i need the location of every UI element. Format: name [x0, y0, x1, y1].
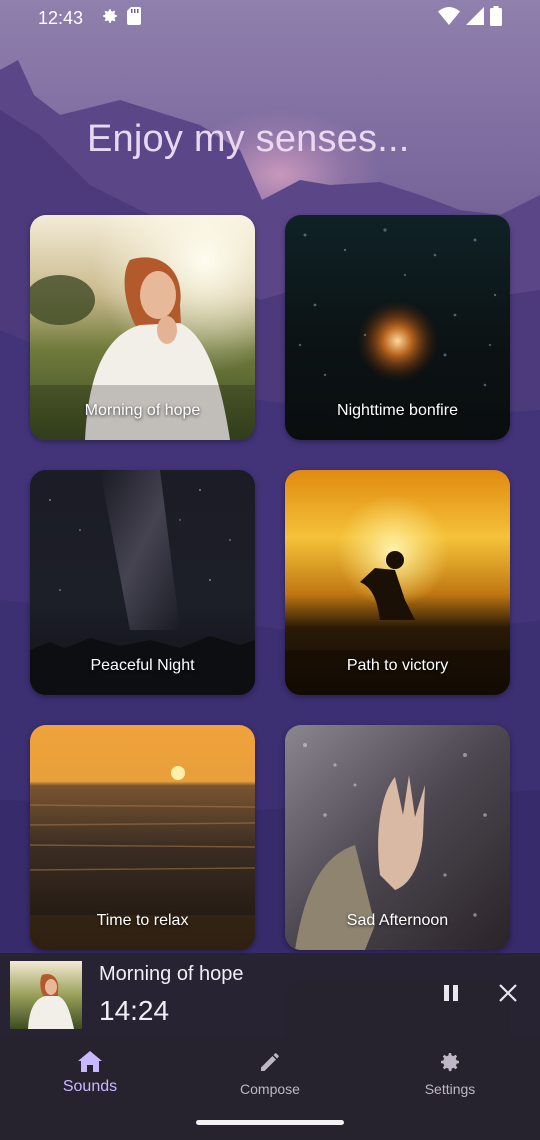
mini-player[interactable]: Morning of hope 14:24: [0, 953, 540, 1037]
player-time-remaining: 14:24: [99, 995, 170, 1026]
card-title: Time to relax: [96, 912, 189, 929]
sound-card-peaceful-night[interactable]: Peaceful Night: [30, 470, 255, 695]
player-thumbnail: [10, 961, 82, 1029]
wifi-icon: [438, 6, 460, 30]
sound-card-time-to-relax[interactable]: Time to relax: [30, 725, 255, 950]
card-title: Peaceful Night: [90, 657, 195, 674]
home-indicator[interactable]: [196, 1120, 344, 1125]
card-title: Sad Afternoon: [346, 912, 449, 929]
nav-label: Settings: [424, 1081, 476, 1097]
sound-card-nighttime-bonfire[interactable]: Nighttime bonfire: [285, 215, 510, 440]
gear-icon: [101, 7, 119, 30]
nav-item-compose[interactable]: Compose: [180, 1037, 360, 1117]
card-title: Morning of hope: [84, 402, 201, 419]
sound-card-morning-of-hope[interactable]: Morning of hope: [30, 215, 255, 440]
page-title: Enjoy my senses...: [87, 118, 410, 160]
home-icon: [60, 1047, 120, 1077]
sound-card-sad-afternoon[interactable]: Sad Afternoon: [285, 725, 510, 950]
status-time: 12:43: [38, 7, 84, 28]
nav-label: Compose: [240, 1081, 300, 1097]
battery-icon: [490, 5, 502, 31]
nav-label: Sounds: [62, 1078, 118, 1095]
gear-icon: [420, 1047, 480, 1077]
sound-card-path-to-victory[interactable]: Path to victory: [285, 470, 510, 695]
sd-card-icon: [127, 6, 142, 30]
pencil-icon: [240, 1047, 300, 1077]
pause-button[interactable]: [439, 983, 463, 1007]
nav-item-sounds[interactable]: Sounds: [0, 1037, 180, 1117]
cell-signal-icon: [466, 6, 484, 30]
player-track-title: Morning of hope: [99, 963, 244, 985]
nav-item-settings[interactable]: Settings: [360, 1037, 540, 1117]
close-button[interactable]: [496, 983, 520, 1007]
status-bar: 12:43: [0, 0, 540, 36]
card-title: Path to victory: [346, 657, 449, 674]
close-icon: [499, 983, 517, 1007]
pause-icon: [442, 984, 460, 1007]
card-title: Nighttime bonfire: [337, 402, 458, 419]
